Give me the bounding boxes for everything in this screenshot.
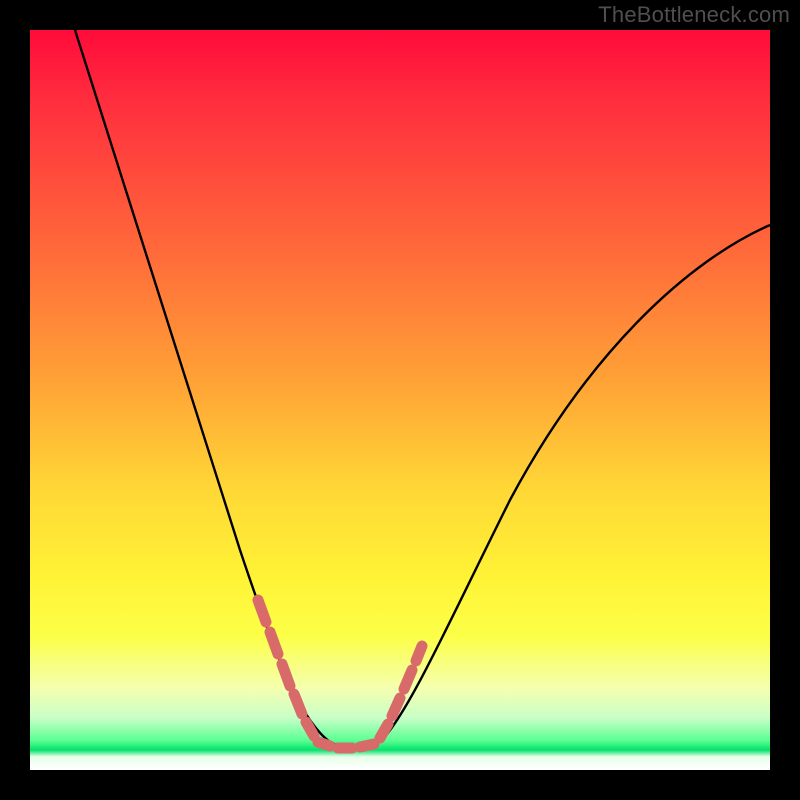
marker-bottom-dashes [318, 742, 374, 748]
marker-right-dashes [380, 646, 422, 738]
curve-layer [30, 30, 770, 770]
plot-area [30, 30, 770, 770]
bottleneck-curve [75, 30, 770, 748]
chart-frame: TheBottleneck.com [0, 0, 800, 800]
marker-left-dashes [258, 600, 314, 736]
watermark-text: TheBottleneck.com [598, 2, 790, 28]
